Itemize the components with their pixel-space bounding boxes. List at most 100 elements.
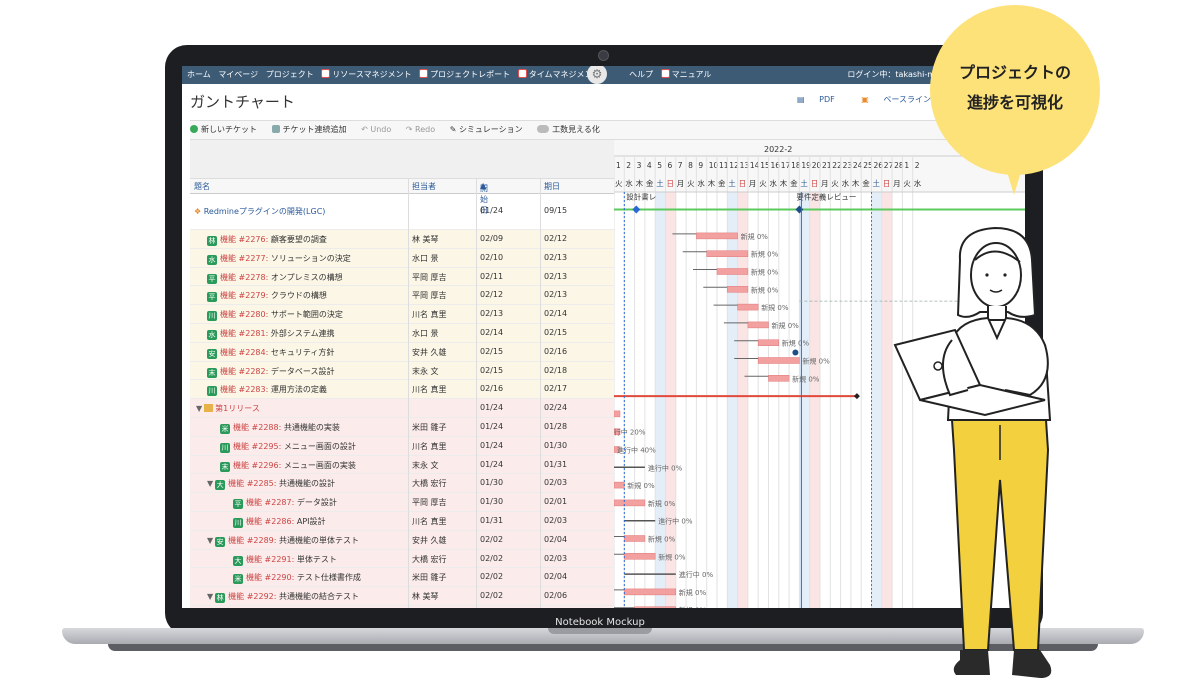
tracker-label: 機能 — [220, 328, 236, 338]
pdf-button[interactable]: ▤ PDF — [797, 95, 835, 104]
collapse-icon[interactable]: ▼ — [207, 592, 213, 601]
simulation-button[interactable]: ✎ シミュレーション — [450, 121, 523, 139]
issue-id-link[interactable]: #2295: — [252, 442, 282, 451]
issue-row[interactable]: 川機能 #2295: メニュー画面の設計 川名 真里 01/24 01/30 — [190, 436, 614, 456]
project-row[interactable]: ❖ Redmineプラグインの開発(LGC) 01/24 09/15 — [190, 194, 614, 230]
due-date-cell: 02/24 — [544, 403, 568, 413]
issue-subject[interactable]: 共通機能の結合テスト — [279, 592, 359, 601]
issue-row[interactable]: 末機能 #2296: メニュー画面の実装 末永 文 01/24 01/31 — [190, 455, 614, 475]
issue-row[interactable]: ▼ 林機能 #2292: 共通機能の結合テスト 林 美琴 02/02 02/06 — [190, 587, 614, 606]
col-start[interactable]: 開始日 ▲ — [480, 181, 488, 215]
issue-id-link[interactable]: #2287: — [265, 498, 295, 507]
issue-id-link[interactable]: #2276: — [239, 235, 269, 244]
nav-mypage[interactable]: マイページ — [218, 66, 258, 84]
progress-label: 進行中 20% — [614, 428, 646, 437]
tracker-label: 機能 — [220, 310, 236, 320]
issue-subject[interactable]: テスト仕様書作成 — [297, 573, 361, 582]
issue-id-link[interactable]: #2281: — [239, 329, 269, 338]
issue-id-link[interactable]: #2289: — [247, 536, 277, 545]
nav-help[interactable]: ヘルプ — [629, 66, 653, 84]
nav-home[interactable]: ホーム — [187, 66, 211, 84]
issue-id-link[interactable]: #2290: — [265, 573, 295, 582]
issue-row[interactable]: 川機能 #2280: サポート範囲の決定 川名 真里 02/13 02/14 — [190, 305, 614, 324]
issue-subject[interactable]: 共通機能の設計 — [279, 479, 335, 488]
assignee-cell: 平岡 厚吉 — [412, 291, 447, 301]
issue-row[interactable]: 水機能 #2281: 外部システム連携 水口 景 02/14 02/15 — [190, 323, 614, 343]
nav-report[interactable]: プロジェクトレポート — [419, 66, 510, 84]
avatar: 安 — [207, 348, 217, 359]
issue-row[interactable]: 安機能 #2284: セキュリティ方針 安井 久雄 02/15 02/16 — [190, 342, 614, 362]
issue-subject[interactable]: メニュー画面の実装 — [284, 461, 356, 470]
due-date-cell: 02/14 — [544, 309, 568, 319]
issue-subject[interactable]: 共通機能の実装 — [284, 423, 340, 432]
issue-subject[interactable]: ソリューションの決定 — [271, 254, 351, 263]
weekend-column — [665, 192, 676, 608]
col-due[interactable]: 期日 — [544, 181, 560, 192]
version-row[interactable]: ▼ 第1リリース 01/24 02/24 — [190, 399, 614, 418]
issue-subject[interactable]: 共通機能の単体テスト — [279, 536, 359, 545]
tracker-label: 機能 — [246, 516, 262, 526]
issue-row[interactable]: 林機能 #2276: 顧客要望の調査 林 美琴 02/09 02/12 — [190, 230, 614, 249]
nav-resource[interactable]: リソースマネジメント — [321, 66, 412, 84]
issue-subject[interactable]: クラウドの構想 — [271, 291, 327, 300]
issue-subject[interactable]: 単体テスト — [297, 555, 337, 564]
start-date-cell: 02/11 — [480, 271, 504, 281]
issue-subject[interactable]: メニュー画面の設計 — [284, 442, 356, 451]
issue-id-link[interactable]: #2284: — [239, 348, 269, 357]
issue-id-link[interactable]: #2278: — [239, 273, 269, 282]
baseline-icon: ▣ — [861, 95, 869, 104]
add-continuous-button[interactable]: チケット連続追加 — [271, 121, 347, 139]
issue-row[interactable]: 冨機能 #2294: 結合テスト冨田 健司02/0202/06 — [190, 605, 614, 608]
issue-id-link[interactable]: #2283: — [239, 385, 269, 394]
issue-id-link[interactable]: #2285: — [247, 479, 277, 488]
issue-subject[interactable]: セキュリティ方針 — [271, 348, 335, 357]
issue-id-link[interactable]: #2279: — [239, 291, 269, 300]
subject-cell: 川機能 #2283: 運用方法の定義 — [207, 384, 327, 397]
issue-subject[interactable]: 運用方法の定義 — [271, 385, 327, 394]
collapse-icon[interactable]: ▼ — [207, 536, 213, 545]
login-status[interactable]: ログイン中：takashi-m — [847, 66, 935, 84]
issue-row[interactable]: 平機能 #2278: オンプレミスの構想 平岡 厚吉 02/11 02/13 — [190, 267, 614, 287]
issue-id-link[interactable]: #2288: — [252, 423, 282, 432]
issue-row[interactable]: 水機能 #2277: ソリューションの決定 水口 景 02/10 02/13 — [190, 248, 614, 268]
version-link[interactable]: 第1リリース — [215, 404, 260, 413]
issue-row[interactable]: 末機能 #2282: データベース設計 末永 文 02/15 02/18 — [190, 361, 614, 381]
issue-row[interactable]: 米機能 #2290: テスト仕様書作成 米田 雛子 02/02 02/04 — [190, 568, 614, 588]
issue-id-link[interactable]: #2292: — [247, 592, 277, 601]
issue-subject[interactable]: 顧客要望の調査 — [271, 235, 327, 244]
issue-row[interactable]: 川機能 #2283: 運用方法の定義 川名 真里 02/16 02/17 — [190, 380, 614, 400]
issue-id-link[interactable]: #2291: — [265, 555, 295, 564]
issue-row[interactable]: 米機能 #2288: 共通機能の実装 米田 雛子 01/24 01/28 — [190, 417, 614, 437]
issue-id-link[interactable]: #2286: — [265, 517, 295, 526]
new-ticket-button[interactable]: 新しいチケット — [190, 121, 257, 139]
subject-cell: 米機能 #2288: 共通機能の実装 — [220, 422, 340, 434]
issue-subject[interactable]: API設計 — [297, 517, 326, 526]
issue-row[interactable]: 平機能 #2287: データ設計 平岡 厚吉 01/30 02/01 — [190, 493, 614, 512]
issue-subject[interactable]: データ設計 — [297, 498, 337, 507]
issue-subject[interactable]: オンプレミスの構想 — [271, 273, 343, 282]
issue-id-link[interactable]: #2282: — [239, 367, 269, 376]
col-subject[interactable]: 題名 — [194, 181, 210, 192]
project-link[interactable]: Redmineプラグインの開発(LGC) — [204, 207, 326, 216]
issue-row[interactable]: ▼ 大機能 #2285: 共通機能の設計 大橋 宏行 01/30 02/03 — [190, 474, 614, 494]
issue-id-link[interactable]: #2280: — [239, 310, 269, 319]
issue-row[interactable]: 大機能 #2291: 単体テスト 大橋 宏行 02/02 02/03 — [190, 549, 614, 569]
issue-row[interactable]: ▼ 安機能 #2289: 共通機能の単体テスト 安井 久雄 02/02 02/04 — [190, 530, 614, 550]
issue-subject[interactable]: データベース設計 — [271, 367, 335, 376]
collapse-icon[interactable]: ▼ — [207, 479, 213, 488]
issue-row[interactable]: 川機能 #2286: API設計 川名 真里 01/31 02/03 — [190, 511, 614, 531]
collapse-icon[interactable]: ▼ — [196, 404, 202, 413]
undo-button[interactable]: ↶ Undo — [361, 121, 391, 139]
avatar: 米 — [233, 574, 243, 585]
issue-id-link[interactable]: #2296: — [252, 461, 282, 470]
redo-button[interactable]: ↷ Redo — [406, 121, 435, 139]
progress-label: 新規 0% — [761, 303, 789, 312]
nav-projects[interactable]: プロジェクト — [266, 66, 314, 84]
issue-subject[interactable]: サポート範囲の決定 — [271, 310, 343, 319]
issue-id-link[interactable]: #2277: — [239, 254, 269, 263]
nav-manual[interactable]: マニュアル — [660, 66, 711, 84]
visualize-toggle[interactable]: 工数見える化 — [537, 121, 600, 139]
issue-subject[interactable]: 外部システム連携 — [271, 329, 335, 338]
issue-row[interactable]: 平機能 #2279: クラウドの構想 平岡 厚吉 02/12 02/13 — [190, 286, 614, 306]
col-assignee[interactable]: 担当者 — [412, 181, 436, 192]
